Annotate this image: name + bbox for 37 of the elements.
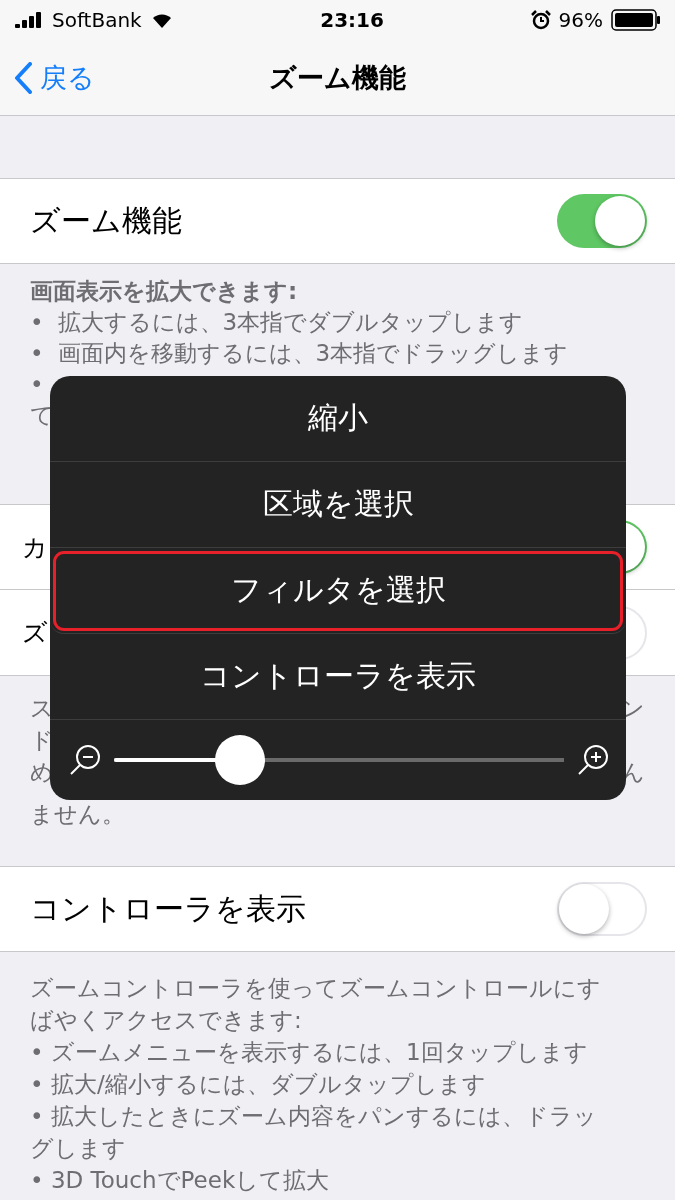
footer-text: 拡大するには、3本指でダブルタップします xyxy=(57,308,524,337)
footer-text: ズームコントローラを使ってズームコントロールにす xyxy=(30,974,601,1003)
row-label: ズ xyxy=(22,617,48,649)
row-label: コントローラを表示 xyxy=(30,889,306,928)
back-link[interactable]: 戻る xyxy=(14,59,269,96)
zoom-in-icon[interactable] xyxy=(576,743,610,777)
footer-text: • 3D TouchでPeekして拡大 xyxy=(30,1166,330,1195)
carrier-name: SoftBank xyxy=(52,8,142,32)
alarm-clock-icon xyxy=(530,10,551,30)
row-label: ズーム機能 xyxy=(30,201,182,240)
slider-thumb[interactable] xyxy=(215,735,265,785)
chevron-left-icon xyxy=(14,61,32,94)
toggle-switch[interactable] xyxy=(557,194,647,248)
clock-time: 23:16 xyxy=(320,8,384,32)
menu-item[interactable]: フィルタを選択 xyxy=(50,548,626,634)
footer-text: グします xyxy=(30,1134,126,1163)
nav-title: ズーム機能 xyxy=(269,60,406,95)
footer-text: 画面内を移動するには、3本指でドラッグします xyxy=(57,339,569,368)
footer-text: ばやくアクセスできます: xyxy=(30,1006,302,1035)
toggle-switch[interactable] xyxy=(557,882,647,936)
row-label: カ xyxy=(22,531,48,564)
signal-icon xyxy=(14,12,44,28)
bullet-mark: • xyxy=(30,370,44,399)
bullet-mark: • xyxy=(30,339,44,368)
footer-heading: 画面表示を拡大できます: xyxy=(30,278,298,304)
footer-text: • ズームメニューを表示するには、1回タップします xyxy=(30,1038,588,1067)
bullet-mark: • xyxy=(30,308,44,337)
footer-text: ド xyxy=(30,726,54,755)
footer-text: • 拡大/縮小するには、ダブルタップします xyxy=(30,1070,486,1099)
menu-item[interactable]: 区域を選択 xyxy=(50,462,626,548)
battery-percent: 96% xyxy=(558,8,603,32)
menu-item[interactable]: 縮小 xyxy=(50,376,626,462)
footer-text: • 拡大したときにズーム内容をパンするには、ドラッ xyxy=(30,1102,597,1131)
zoom-out-icon[interactable] xyxy=(68,743,102,777)
menu-item[interactable]: コントローラを表示 xyxy=(50,634,626,720)
footer-text: ません。 xyxy=(30,800,125,829)
battery-icon xyxy=(611,9,661,31)
